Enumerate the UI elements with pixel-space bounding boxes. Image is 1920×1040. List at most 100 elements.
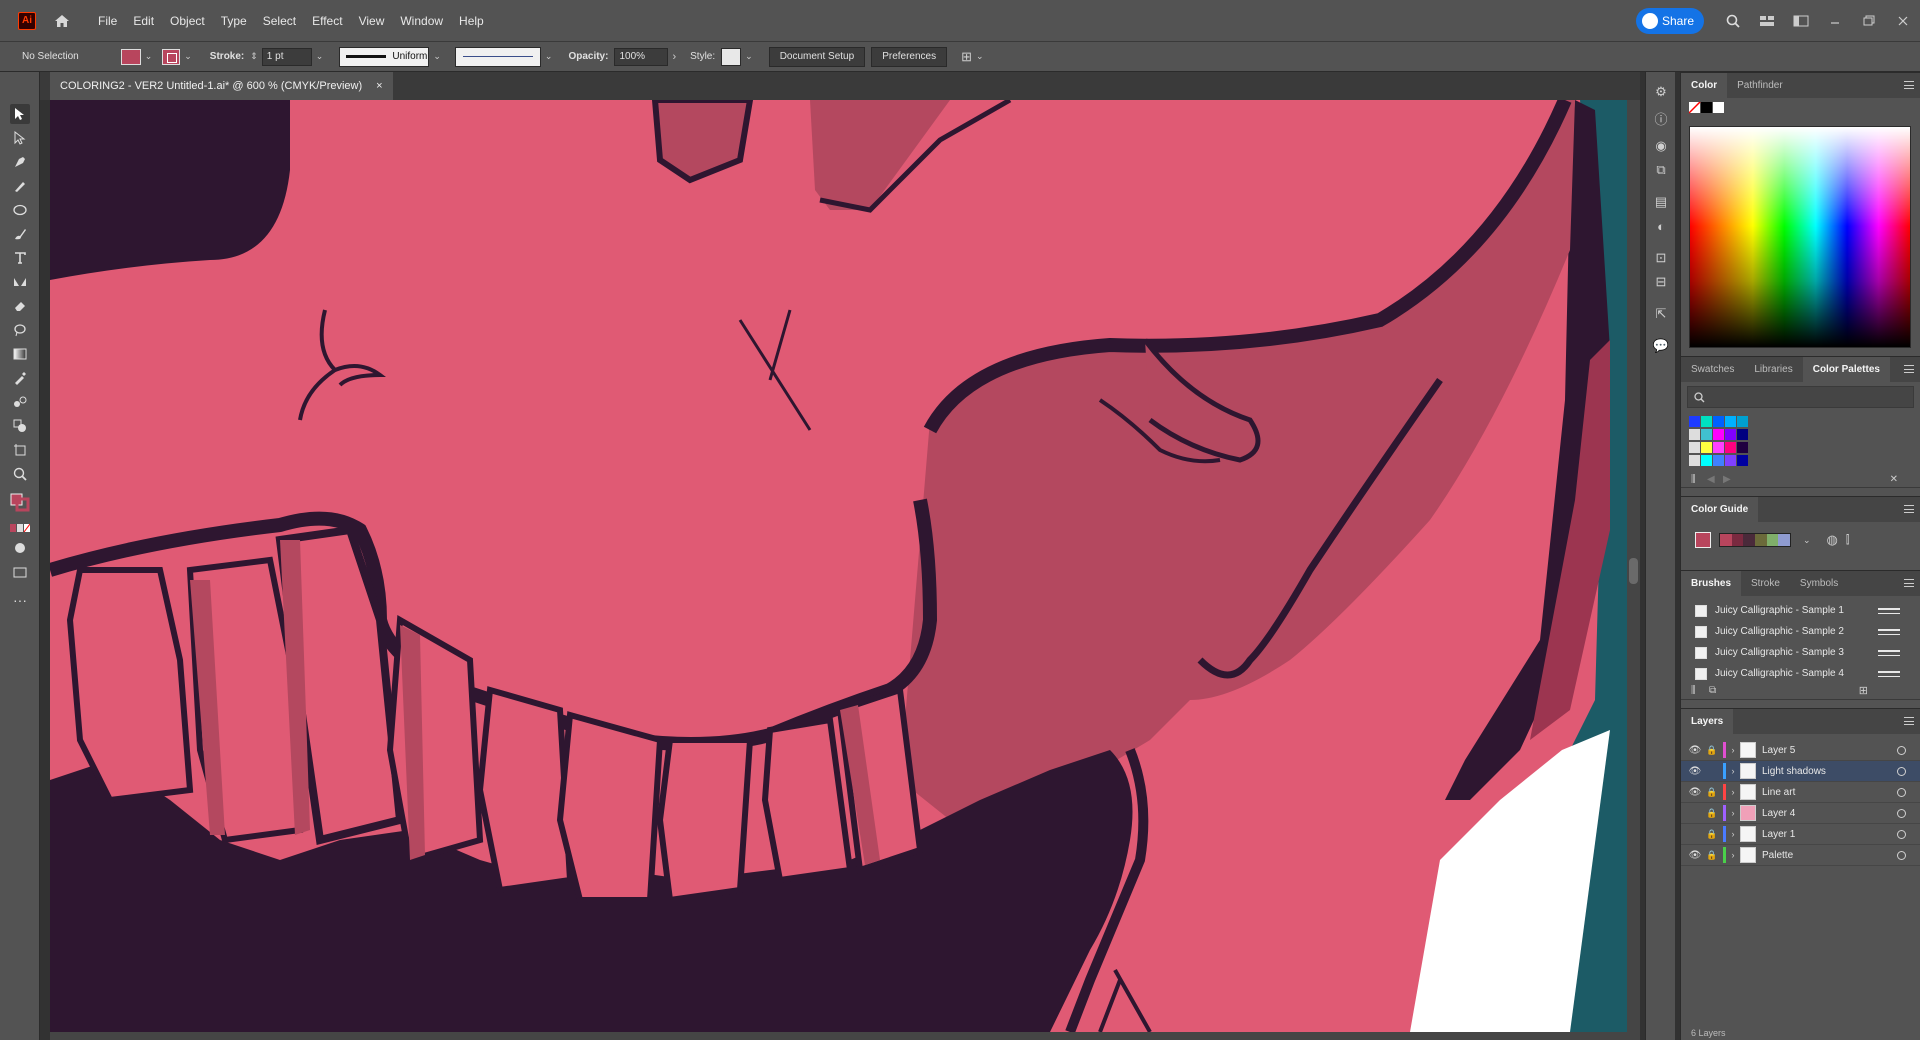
style-swatch[interactable] bbox=[721, 47, 742, 66]
preferences-button[interactable]: Preferences bbox=[871, 46, 948, 67]
comments-icon[interactable]: 💬 bbox=[1653, 338, 1669, 354]
screen-mode-icon[interactable] bbox=[10, 562, 30, 582]
visibility-eye-icon[interactable]: 👁 bbox=[1685, 766, 1705, 777]
draw-mode-icon[interactable] bbox=[10, 538, 30, 558]
edit-colors-icon[interactable]: ⫿ bbox=[1846, 534, 1850, 547]
chevron-down-icon[interactable]: ⌄ bbox=[545, 51, 553, 62]
direct-selection-icon[interactable] bbox=[10, 128, 30, 148]
panel-menu-icon[interactable] bbox=[1904, 81, 1914, 89]
close-icon[interactable] bbox=[1886, 0, 1920, 42]
target-circle-icon[interactable] bbox=[1897, 745, 1906, 755]
document-tab[interactable]: COLORING2 - VER2 Untitled-1.ai* @ 600 % … bbox=[50, 72, 393, 100]
tab-color-palettes[interactable]: Color Palettes bbox=[1802, 356, 1890, 383]
brush-item[interactable]: Juicy Calligraphic - Sample 4 bbox=[1681, 663, 1920, 684]
lock-icon[interactable]: 🔒 bbox=[1705, 787, 1719, 798]
transform-icon[interactable]: ⧉ bbox=[1653, 162, 1669, 178]
chevron-down-icon[interactable]: ⌄ bbox=[433, 51, 441, 62]
stroke-profile-select[interactable]: Uniform bbox=[339, 46, 430, 67]
transparency-icon[interactable]: ◐ bbox=[1653, 218, 1669, 234]
scroll-thumb[interactable] bbox=[1629, 558, 1638, 584]
chevron-left-icon[interactable]: ◀ bbox=[1707, 474, 1715, 485]
panel-menu-icon[interactable] bbox=[1904, 505, 1914, 513]
opacity-input[interactable]: 100% bbox=[614, 47, 669, 66]
chevron-right-icon[interactable]: › bbox=[1726, 745, 1740, 755]
align-panel-icon[interactable]: ⊟ bbox=[1653, 274, 1669, 290]
chevron-right-icon[interactable]: › bbox=[1726, 829, 1740, 839]
tab-color-guide[interactable]: Color Guide bbox=[1681, 496, 1759, 523]
layer-row[interactable]: 🔒 › Layer 4 bbox=[1681, 803, 1920, 824]
brush-item[interactable]: Juicy Calligraphic - Sample 2 bbox=[1681, 621, 1920, 642]
visibility-eye-icon[interactable]: 👁 bbox=[1685, 850, 1705, 861]
chevron-down-icon[interactable]: ⌄ bbox=[184, 51, 192, 62]
menu-edit[interactable]: Edit bbox=[125, 0, 162, 42]
stepper-icon[interactable]: ⇕ bbox=[250, 51, 258, 62]
new-brush-icon[interactable]: ⊞ bbox=[1859, 684, 1868, 697]
artboard-icon[interactable] bbox=[10, 440, 30, 460]
menu-type[interactable]: Type bbox=[213, 0, 255, 42]
unlink-icon[interactable]: ✕ bbox=[1890, 474, 1898, 485]
menu-help[interactable]: Help bbox=[451, 0, 492, 42]
tab-color[interactable]: Color bbox=[1681, 72, 1728, 99]
chevron-right-icon[interactable]: › bbox=[1726, 808, 1740, 818]
align-icon[interactable]: ⊞ bbox=[961, 49, 972, 65]
chevron-down-icon[interactable]: ⌄ bbox=[1803, 535, 1811, 546]
minimize-icon[interactable] bbox=[1818, 0, 1852, 42]
lock-icon[interactable]: 🔒 bbox=[1705, 745, 1719, 756]
color-spectrum[interactable] bbox=[1689, 126, 1911, 348]
target-circle-icon[interactable] bbox=[1897, 808, 1906, 818]
search-icon[interactable] bbox=[1716, 0, 1750, 42]
panel-menu-icon[interactable] bbox=[1904, 579, 1914, 587]
color-mode-icon[interactable] bbox=[10, 518, 30, 538]
tab-pathfinder[interactable]: Pathfinder bbox=[1727, 73, 1793, 99]
none-black-white-icon[interactable] bbox=[1689, 102, 1725, 114]
chevron-down-icon[interactable]: ⌄ bbox=[316, 51, 324, 62]
chevron-down-icon[interactable]: ⌄ bbox=[976, 51, 984, 62]
share-button[interactable]: Share bbox=[1635, 8, 1704, 34]
color-wheel-icon[interactable]: ◍ bbox=[1827, 532, 1838, 548]
maximize-icon[interactable] bbox=[1852, 0, 1886, 42]
menu-window[interactable]: Window bbox=[392, 0, 451, 42]
target-circle-icon[interactable] bbox=[1897, 829, 1906, 839]
type-icon[interactable] bbox=[10, 248, 30, 268]
visibility-eye-icon[interactable]: 👁 bbox=[1685, 745, 1705, 756]
lasso-icon[interactable] bbox=[10, 320, 30, 340]
lock-icon[interactable]: 🔒 bbox=[1705, 850, 1719, 861]
reflect-icon[interactable] bbox=[10, 272, 30, 292]
layer-row[interactable]: 👁 🔒 › Palette bbox=[1681, 845, 1920, 866]
chevron-right-icon[interactable]: ▶ bbox=[1723, 474, 1731, 485]
artboards-icon[interactable]: ⊡ bbox=[1653, 250, 1669, 266]
brush-definition-select[interactable] bbox=[454, 46, 541, 67]
lock-icon[interactable]: 🔒 bbox=[1705, 829, 1719, 840]
palette-grid[interactable] bbox=[1681, 412, 1920, 474]
layer-row[interactable]: 👁 🔒 › Line art bbox=[1681, 782, 1920, 803]
chevron-down-icon[interactable]: ⌄ bbox=[745, 51, 753, 62]
home-icon[interactable] bbox=[52, 11, 72, 31]
brush-item[interactable]: Juicy Calligraphic - Sample 3 bbox=[1681, 642, 1920, 663]
tab-libraries[interactable]: Libraries bbox=[1744, 357, 1802, 383]
document-setup-button[interactable]: Document Setup bbox=[768, 46, 866, 67]
tab-layers[interactable]: Layers bbox=[1681, 708, 1734, 735]
chevron-down-icon[interactable]: ⌄ bbox=[145, 51, 153, 62]
menu-object[interactable]: Object bbox=[162, 0, 213, 42]
harmony-swatches[interactable] bbox=[1719, 533, 1791, 547]
pencil-icon[interactable] bbox=[10, 176, 30, 196]
artboard-canvas[interactable] bbox=[50, 100, 1627, 1032]
brush-library-icon[interactable]: ⫼ bbox=[1691, 685, 1696, 696]
brush-icon[interactable] bbox=[10, 224, 30, 244]
more-icon[interactable]: ··· bbox=[10, 590, 30, 610]
menu-view[interactable]: View bbox=[351, 0, 393, 42]
brush-options-icon[interactable]: ⧉ bbox=[1709, 685, 1716, 696]
chevron-right-icon[interactable]: › bbox=[1726, 766, 1740, 776]
target-circle-icon[interactable] bbox=[1897, 850, 1906, 860]
menu-select[interactable]: Select bbox=[255, 0, 304, 42]
tab-symbols[interactable]: Symbols bbox=[1790, 571, 1848, 597]
visibility-eye-icon[interactable]: 👁 bbox=[1685, 787, 1705, 798]
base-color-swatch[interactable] bbox=[1695, 532, 1711, 548]
tab-swatches[interactable]: Swatches bbox=[1681, 357, 1744, 383]
info-icon[interactable]: ⓘ bbox=[1653, 110, 1669, 127]
eyedropper-icon[interactable] bbox=[10, 368, 30, 388]
fill-stroke-swap-icon[interactable] bbox=[10, 492, 30, 512]
menu-effect[interactable]: Effect bbox=[304, 0, 350, 42]
target-circle-icon[interactable] bbox=[1897, 787, 1906, 797]
gradient-icon[interactable] bbox=[10, 344, 30, 364]
